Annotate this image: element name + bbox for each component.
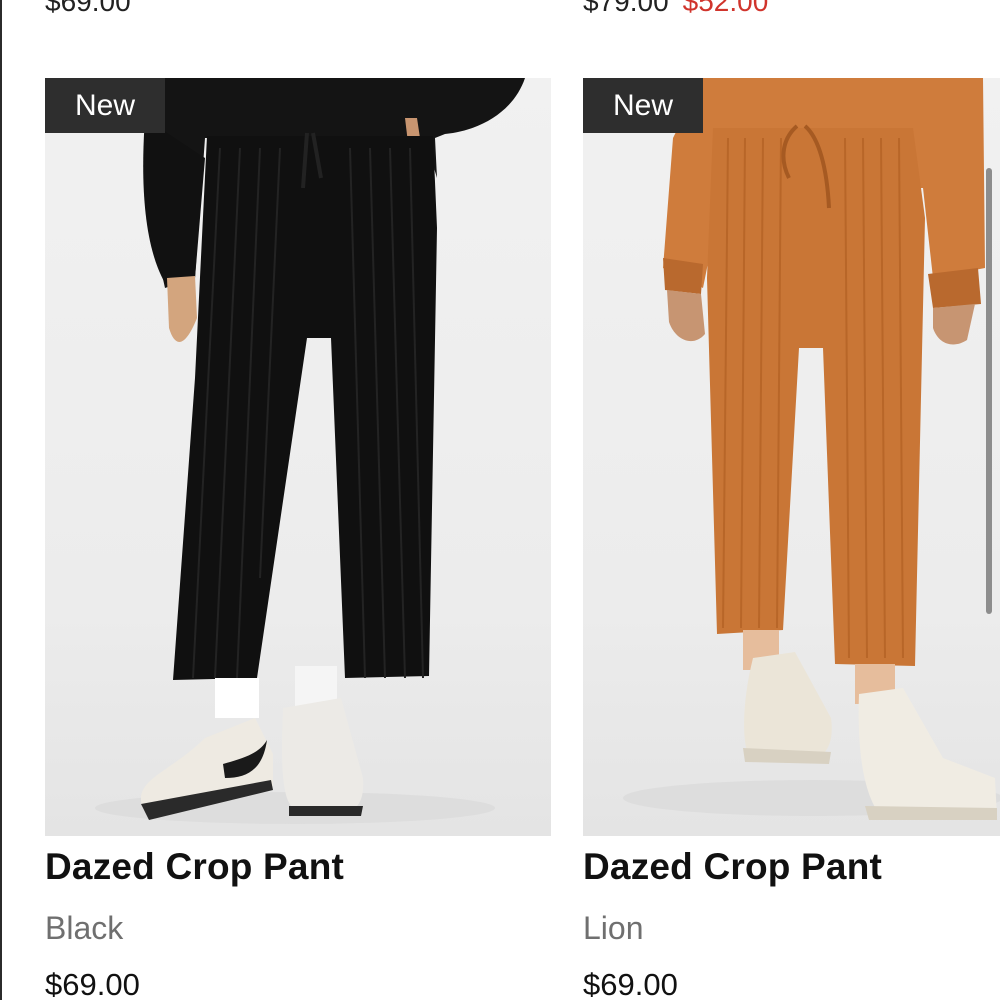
left-edge-divider — [0, 0, 2, 1000]
previous-row-price-right: $79.00 $52.00 — [583, 0, 768, 18]
product-photo-illustration — [623, 78, 1000, 820]
product-price: $69.00 — [583, 967, 678, 1000]
previous-row-price-left: $69.00 — [45, 0, 131, 17]
product-card-lion[interactable]: New Dazed Crop Pant Lion $69.00 — [583, 78, 1000, 1000]
new-badge: New — [583, 78, 703, 133]
new-badge: New — [45, 78, 165, 133]
product-image-black[interactable]: New — [45, 78, 551, 836]
product-card-black[interactable]: New Dazed Crop Pant Black $69.00 — [45, 78, 551, 1000]
previous-row-sale-price: $52.00 — [682, 0, 769, 17]
product-color: Lion — [583, 910, 644, 946]
product-photo-illustration — [95, 78, 525, 824]
product-image-lion[interactable]: New — [583, 78, 1000, 836]
product-color: Black — [45, 910, 124, 946]
product-name[interactable]: Dazed Crop Pant — [583, 846, 1000, 888]
product-name[interactable]: Dazed Crop Pant — [45, 846, 551, 888]
vertical-scrollbar[interactable] — [986, 168, 992, 614]
product-grid-viewport: $69.00 $79.00 $52.00 New Dazed Crop Pant… — [0, 0, 1000, 1000]
product-price: $69.00 — [45, 967, 140, 1000]
previous-row-original-price: $79.00 — [583, 0, 669, 17]
